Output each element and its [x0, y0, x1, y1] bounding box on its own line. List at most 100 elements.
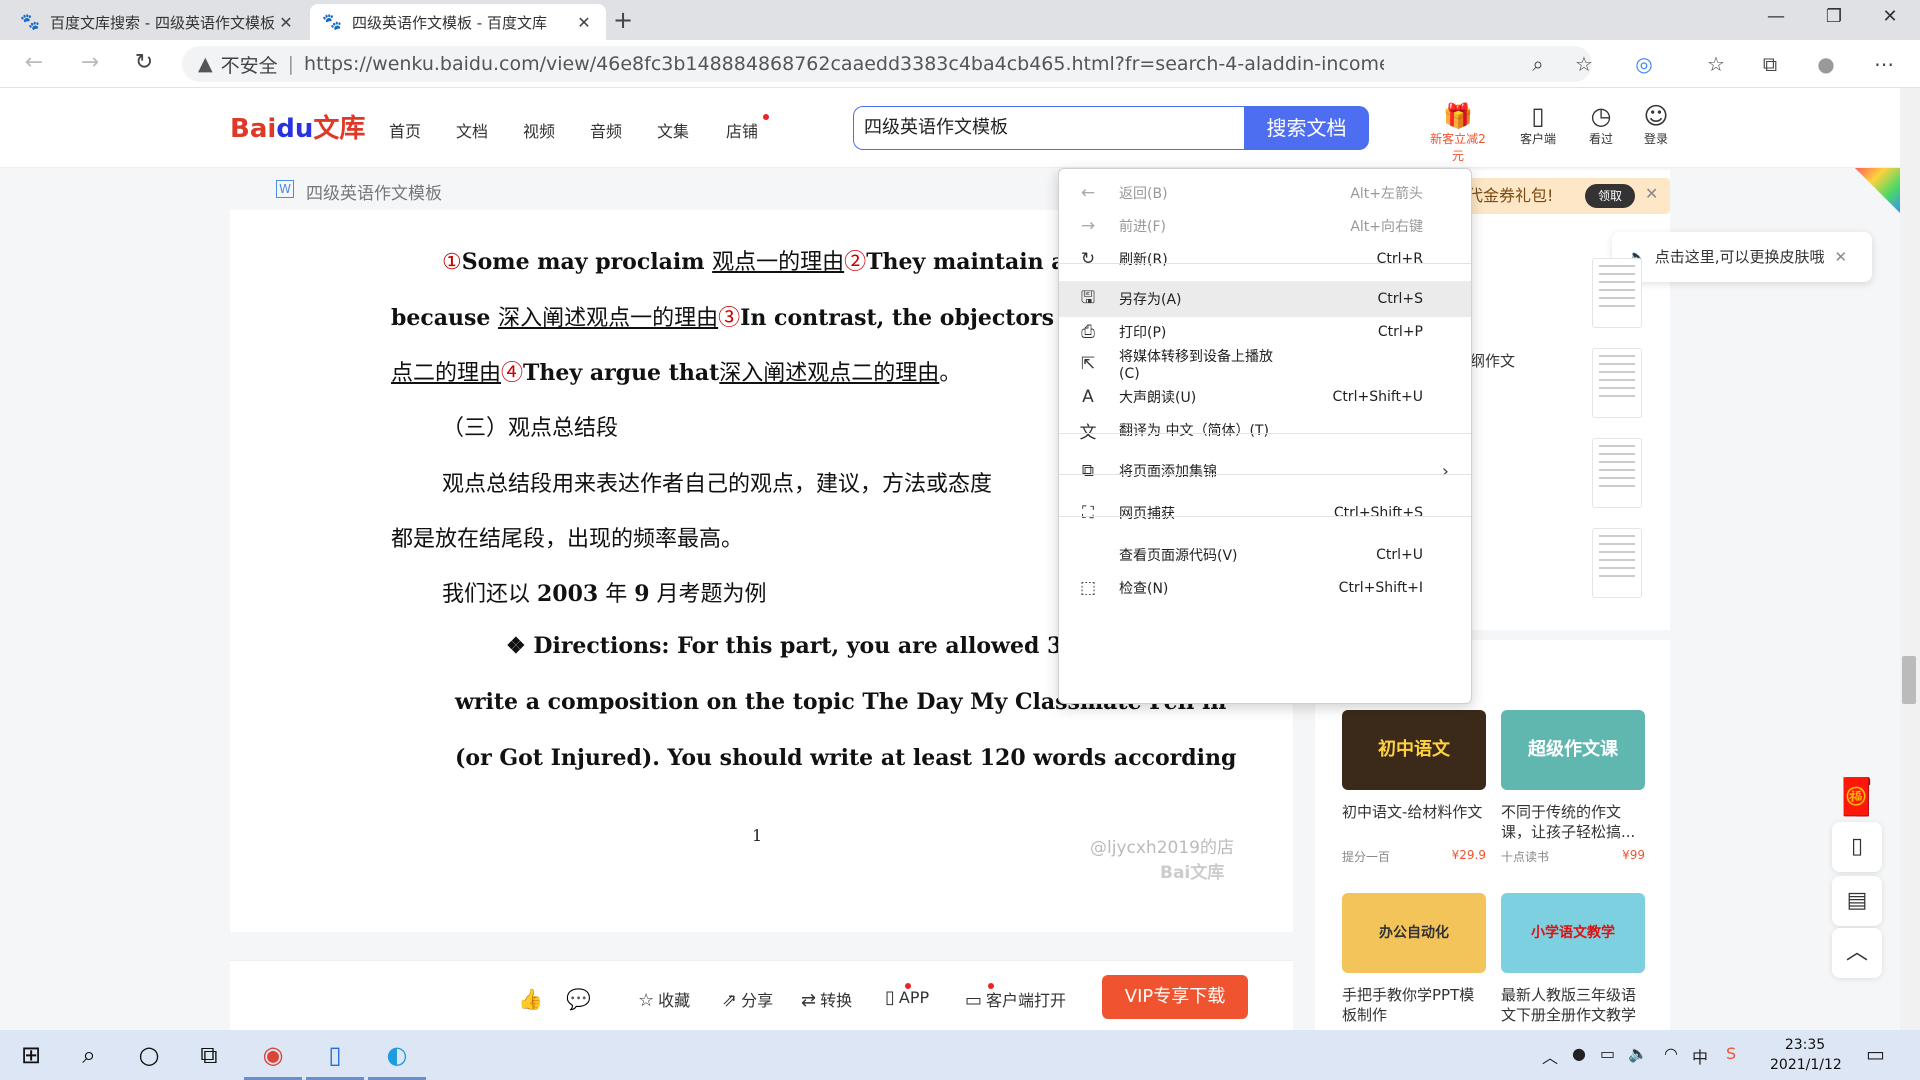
back-icon[interactable]: ←: [20, 50, 48, 75]
search-icon[interactable]: ⌕: [60, 1030, 118, 1080]
nav-docs[interactable]: 文档: [456, 118, 488, 142]
context-menu-item[interactable]: ⬚ 检查(N) Ctrl+Shift+I: [1059, 570, 1471, 606]
baidu-wenku-logo[interactable]: Baidu文库: [230, 108, 365, 145]
doc-thumbnail[interactable]: [1592, 348, 1642, 418]
skin-corner-icon[interactable]: [1855, 168, 1900, 213]
nav-home[interactable]: 首页: [389, 118, 421, 142]
favorite-star-icon[interactable]: ☆: [1570, 52, 1598, 76]
doc-thumbnail[interactable]: [1592, 528, 1642, 598]
search-button[interactable]: 搜索文档: [1244, 106, 1369, 150]
context-menu-item[interactable]: ← 返回(B) Alt+左箭头: [1059, 175, 1471, 211]
new-customer-discount[interactable]: 🎁 新客立减2元: [1428, 102, 1488, 164]
doc-thumbnail[interactable]: [1592, 258, 1642, 328]
task-view-icon[interactable]: ⧉: [180, 1030, 238, 1080]
system-clock[interactable]: 23:35 2021/1/12: [1770, 1035, 1842, 1075]
extension-icon[interactable]: ◎: [1630, 52, 1658, 76]
course-card[interactable]: 超级作文课 不同于传统的作文课，让孩子轻松搞... 十点读书 ¥99: [1501, 710, 1645, 865]
menu-separator: [1059, 516, 1471, 517]
windows-start-icon[interactable]: ⊞: [2, 1030, 60, 1080]
comment-icon[interactable]: 💬: [566, 987, 591, 1011]
share-button[interactable]: ⇗ 分享: [722, 987, 773, 1011]
menu-item-shortcut: Ctrl+S: [1377, 291, 1423, 307]
url-separator: |: [287, 53, 295, 75]
course-card[interactable]: 初中语文 初中语文-给材料作文 提分一百 ¥29.9: [1342, 710, 1486, 865]
back-to-top-icon[interactable]: ︿: [1832, 928, 1882, 978]
sogou-ime-icon[interactable]: S: [1726, 1044, 1736, 1063]
close-tab-icon[interactable]: ✕: [574, 13, 594, 32]
mobile-icon[interactable]: ▯: [1832, 822, 1882, 872]
feedback-icon[interactable]: ▤: [1832, 876, 1882, 926]
restore-icon[interactable]: ❐: [1814, 6, 1854, 27]
vip-download-button[interactable]: VIP专享下载: [1102, 975, 1248, 1019]
context-menu-item[interactable]: A 大声朗读(U) Ctrl+Shift+U: [1059, 379, 1471, 415]
scrollbar-thumb[interactable]: [1902, 656, 1916, 704]
claim-coupon-button[interactable]: 领取: [1585, 184, 1635, 208]
client-open-button[interactable]: ▭ 客户端打开: [965, 987, 1066, 1011]
zoom-search-icon[interactable]: ⌕: [1524, 52, 1552, 76]
menu-item-label: 打印(P): [1119, 325, 1167, 341]
phone-app-icon[interactable]: ▯: [306, 1030, 364, 1080]
nav-collections[interactable]: 文集: [657, 118, 689, 142]
course-thumbnail: 初中语文: [1342, 710, 1486, 790]
address-bar[interactable]: ▲ 不安全 | https://wenku.baidu.com/view/46e…: [182, 46, 1592, 82]
notification-dot: [763, 114, 769, 120]
context-menu-item[interactable]: ⎙ 打印(P) Ctrl+P: [1059, 314, 1471, 350]
doc-thumbnail[interactable]: [1592, 438, 1642, 508]
word-doc-icon: W: [276, 180, 294, 198]
button-label: APP: [898, 988, 930, 1007]
window-close-icon[interactable]: ✕: [1870, 6, 1910, 27]
close-icon[interactable]: ✕: [1645, 184, 1658, 203]
tray-chevron-icon[interactable]: ︿: [1542, 1044, 1558, 1068]
course-card[interactable]: 办公自动化 手把手教你学PPT模板制作: [1342, 893, 1486, 1027]
red-envelope-icon[interactable]: 🧧: [1834, 776, 1879, 818]
related-doc-title[interactable]: 纲作文: [1470, 350, 1515, 371]
ime-indicator[interactable]: 中: [1692, 1044, 1708, 1068]
notification-center-icon[interactable]: ▭: [1866, 1042, 1885, 1066]
minimize-icon[interactable]: —: [1756, 6, 1796, 27]
scrollbar[interactable]: [1900, 88, 1920, 1030]
nav-video[interactable]: 视频: [523, 118, 555, 142]
wifi-icon[interactable]: ◠: [1664, 1044, 1678, 1063]
close-tab-icon[interactable]: ✕: [276, 13, 296, 32]
app-button[interactable]: ▯ APP: [885, 987, 929, 1008]
cortana-icon[interactable]: ○: [120, 1030, 178, 1080]
history[interactable]: ◷ 看过: [1571, 102, 1631, 147]
context-menu-item[interactable]: ⛶ 网页捕获 Ctrl+Shift+S: [1059, 495, 1471, 531]
nav-shop[interactable]: 店铺: [726, 118, 758, 142]
forward-icon[interactable]: →: [76, 50, 104, 75]
browser-tab-active[interactable]: 🐾 四级英语作文模板 - 百度文库 ✕: [310, 4, 606, 40]
collect-button[interactable]: ☆ 收藏: [638, 987, 690, 1011]
context-menu-item[interactable]: 文 翻译为 中文（简体）(T): [1059, 412, 1471, 448]
more-menu-icon[interactable]: ⋯: [1870, 52, 1898, 76]
search-input[interactable]: 四级英语作文模板: [853, 106, 1245, 150]
context-menu-item[interactable]: ⧉ 将页面添加集锦 ›: [1059, 453, 1471, 489]
profile-avatar-icon[interactable]: ●: [1812, 52, 1840, 76]
volume-icon[interactable]: 🔈: [1628, 1044, 1648, 1063]
favorites-icon[interactable]: ☆: [1702, 52, 1730, 76]
tray-app-icon[interactable]: ●: [1572, 1044, 1586, 1063]
convert-button[interactable]: ⇄ 转换: [801, 987, 852, 1011]
new-tab-icon[interactable]: +: [613, 6, 633, 34]
phone-icon: ▯: [885, 987, 895, 1008]
browser-tab[interactable]: 🐾 百度文库搜索 - 四级英语作文模板 ✕: [8, 4, 308, 40]
context-menu-item[interactable]: 查看页面源代码(V) Ctrl+U: [1059, 537, 1471, 573]
tip-text: 点击这里,可以更换皮肤哦: [1654, 248, 1825, 266]
chrome-icon[interactable]: ◉: [244, 1030, 302, 1080]
context-menu-item[interactable]: → 前进(F) Alt+向右键: [1059, 208, 1471, 244]
menu-item-label: 刷新(R): [1119, 252, 1168, 268]
refresh-icon[interactable]: ↻: [130, 50, 158, 75]
nav-audio[interactable]: 音频: [590, 118, 622, 142]
like-icon[interactable]: 👍: [518, 987, 543, 1011]
client-download[interactable]: ▯ 客户端: [1508, 102, 1568, 147]
context-menu-item[interactable]: 🖫 另存为(A) Ctrl+S: [1059, 281, 1471, 317]
collections-icon[interactable]: ⧉: [1756, 52, 1784, 76]
context-menu-item[interactable]: ↻ 刷新(R) Ctrl+R: [1059, 241, 1471, 277]
login[interactable]: ☺ 登录: [1626, 102, 1686, 147]
course-title: 最新人教版三年级语文下册全册作文教学: [1501, 986, 1637, 1024]
context-menu: ← 返回(B) Alt+左箭头 → 前进(F) Alt+向右键 ↻ 刷新(R) Ctrl+R 🖫 另…: [1058, 168, 1472, 704]
course-card[interactable]: 小学语文教学 最新人教版三年级语文下册全册作文教学: [1501, 893, 1645, 1027]
battery-icon[interactable]: ▭: [1600, 1044, 1615, 1063]
context-menu-item[interactable]: ⇱ 将媒体转移到设备上播放(C): [1059, 346, 1471, 382]
close-icon[interactable]: ✕: [1834, 248, 1847, 266]
edge-icon[interactable]: ◐: [368, 1030, 426, 1080]
